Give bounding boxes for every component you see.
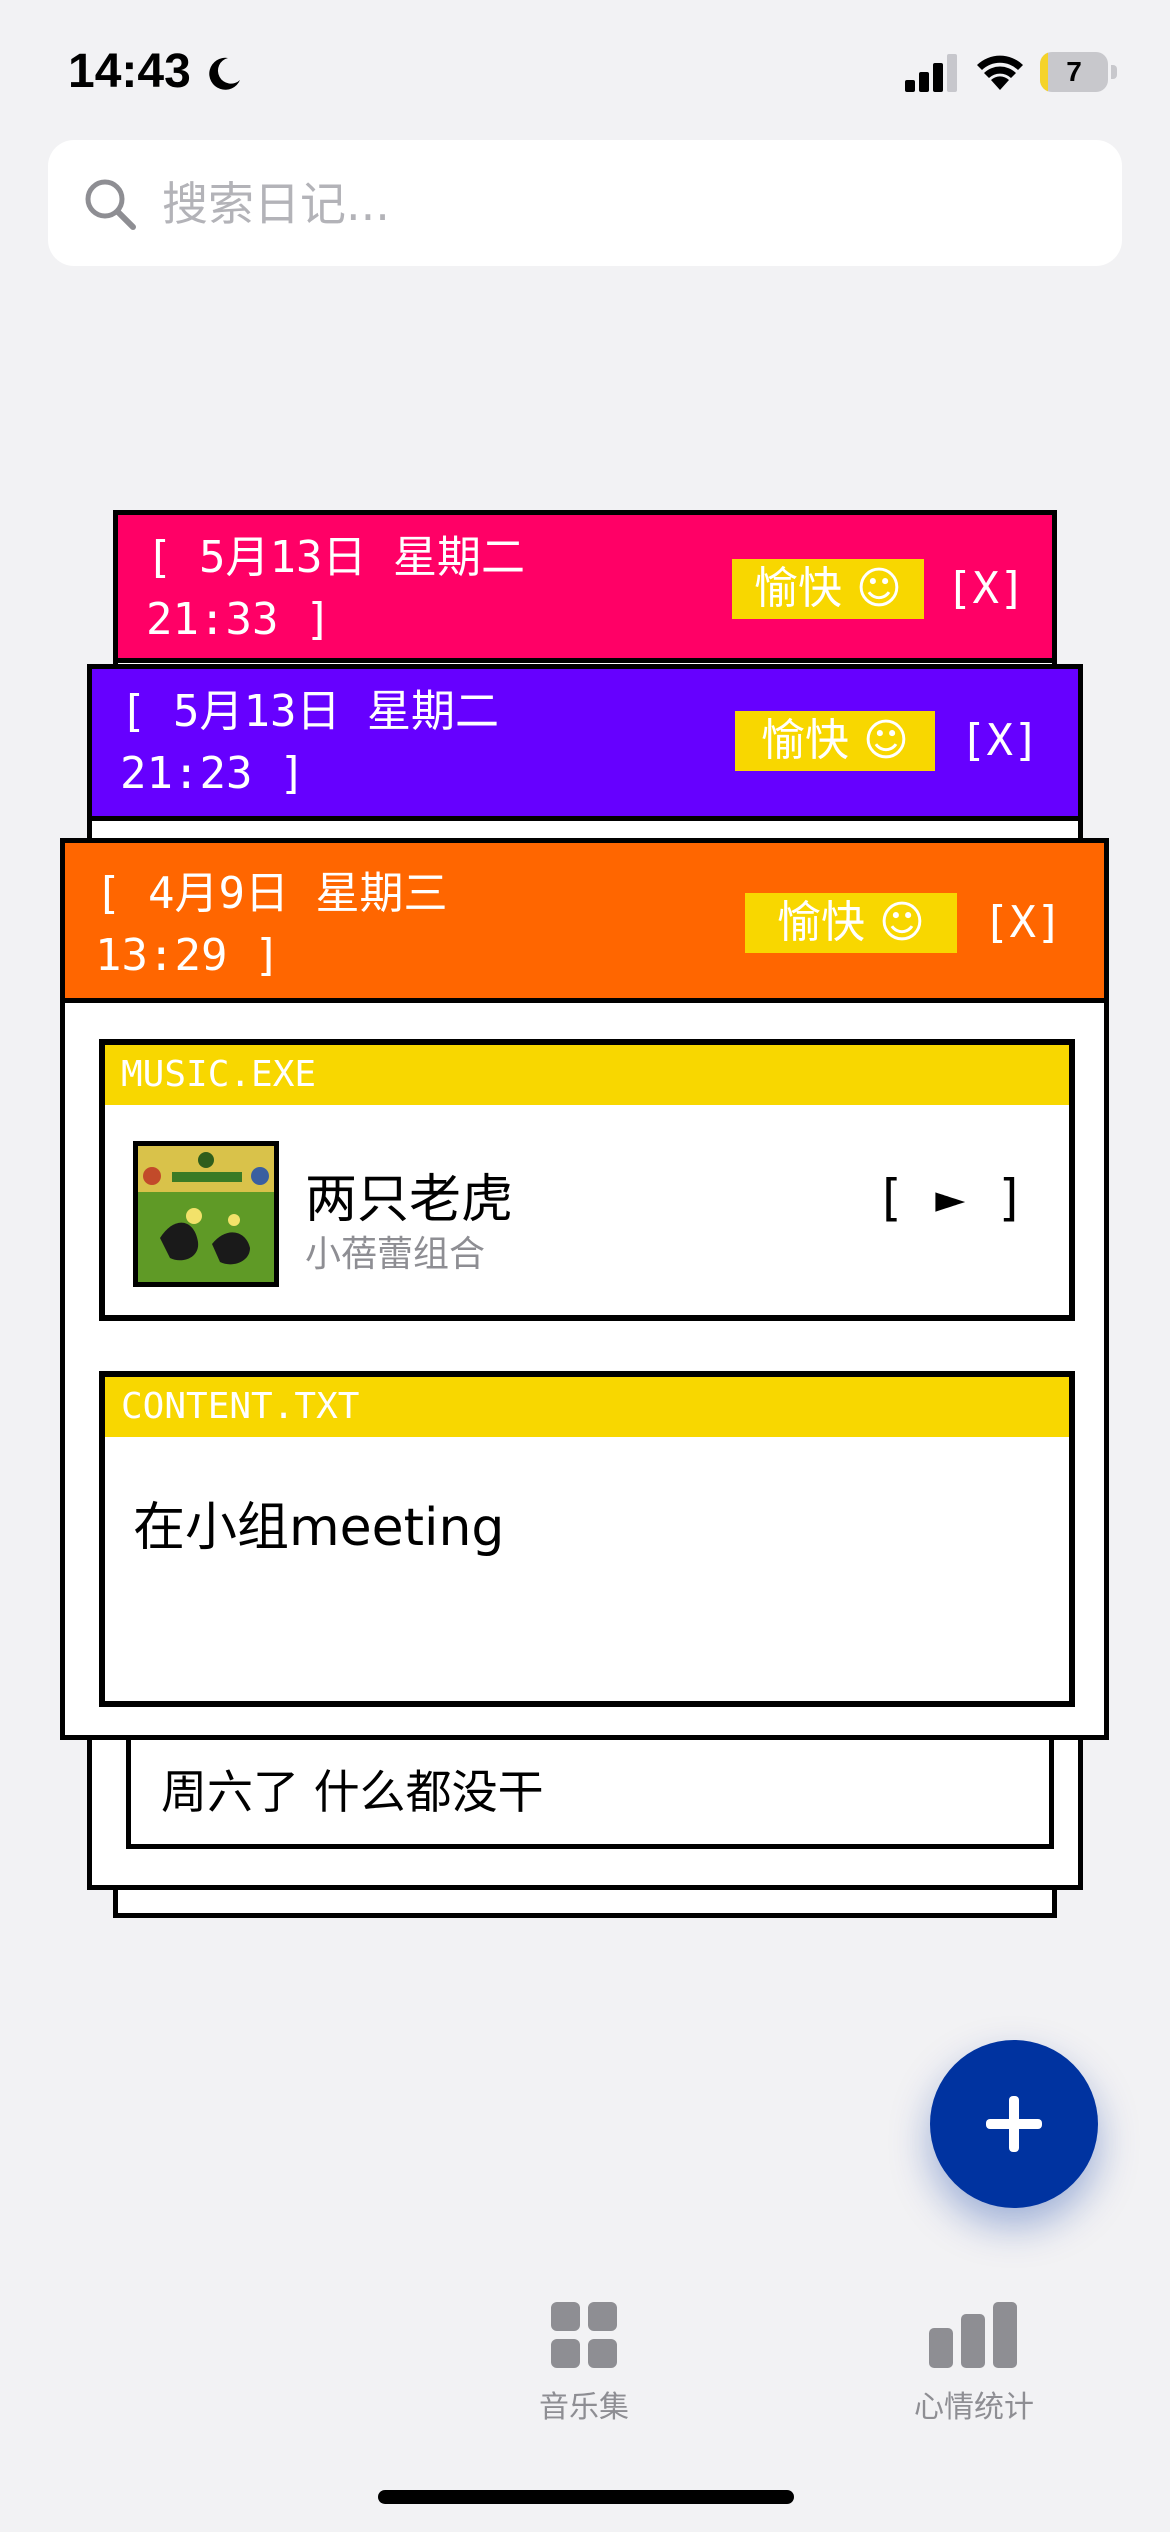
entry-content-text: 在小组meeting: [133, 1498, 505, 1558]
music-panel: MUSIC.EXE 两只老虎 小蓓蕾组合 [ ► ]: [99, 1039, 1075, 1321]
mood-badge: 愉快 ☺: [732, 559, 924, 619]
moon-icon: [209, 57, 240, 90]
tab-mood-stats[interactable]: 心情统计: [884, 2290, 1064, 2430]
diary-card-expanded[interactable]: [ 4月9日 星期三 13:29 ] 愉快 ☺ [X] MUSIC.EXE 两只…: [60, 838, 1109, 1740]
search-icon: [85, 179, 136, 230]
wifi-icon: [977, 55, 1023, 90]
bottom-tab-bar: 音乐集 心情统计: [0, 2290, 1170, 2450]
song-title: 两只老虎: [305, 1170, 514, 1230]
song-artist: 小蓓蕾组合: [305, 1234, 486, 1275]
bar-chart-icon: [929, 2302, 1017, 2368]
preview-text: 周六了 什么都没干: [161, 1765, 544, 1819]
battery-icon: 7: [1040, 52, 1118, 92]
plus-icon: [986, 2096, 1042, 2152]
tab-label: 音乐集: [539, 2390, 629, 2425]
delete-button[interactable]: [X]: [983, 892, 1062, 954]
entry-date: [ 4月9日 星期三 13:29 ]: [95, 868, 448, 981]
grid-icon: [551, 2302, 617, 2368]
search-bar[interactable]: [48, 140, 1122, 266]
entry-date: [ 5月13日 星期二 21:23 ]: [120, 686, 499, 799]
status-time: 14:43: [68, 45, 191, 98]
play-button[interactable]: [ ► ]: [875, 1169, 1026, 1227]
tab-label: 心情统计: [914, 2390, 1034, 2425]
music-panel-header: MUSIC.EXE: [105, 1045, 1069, 1105]
mood-badge: 愉快 ☺: [745, 893, 957, 953]
delete-button[interactable]: [X]: [960, 710, 1039, 772]
delete-button[interactable]: [X]: [946, 558, 1025, 620]
entry-preview: 周六了 什么都没干: [126, 1723, 1054, 1849]
card-header: [ 5月13日 星期二 21:33 ] 愉快 ☺ [X]: [118, 515, 1052, 663]
entry-date: [ 5月13日 星期二 21:33 ]: [146, 532, 525, 645]
battery-level: 7: [1066, 56, 1082, 87]
search-input[interactable]: [160, 166, 1064, 242]
card-header: [ 5月13日 星期二 21:23 ] 愉快 ☺ [X]: [92, 669, 1078, 821]
home-indicator: [378, 2490, 794, 2504]
card-header: [ 4月9日 星期三 13:29 ] 愉快 ☺ [X]: [65, 843, 1104, 1003]
content-panel: CONTENT.TXT 在小组meeting: [99, 1371, 1075, 1707]
mood-badge: 愉快 ☺: [735, 711, 935, 771]
album-art: [133, 1141, 279, 1287]
content-panel-header: CONTENT.TXT: [105, 1377, 1069, 1437]
add-entry-button[interactable]: [930, 2040, 1098, 2208]
status-bar: 14:43 7: [0, 0, 1170, 140]
tab-music-collection[interactable]: 音乐集: [494, 2290, 674, 2430]
cellular-signal-icon: [905, 54, 957, 92]
